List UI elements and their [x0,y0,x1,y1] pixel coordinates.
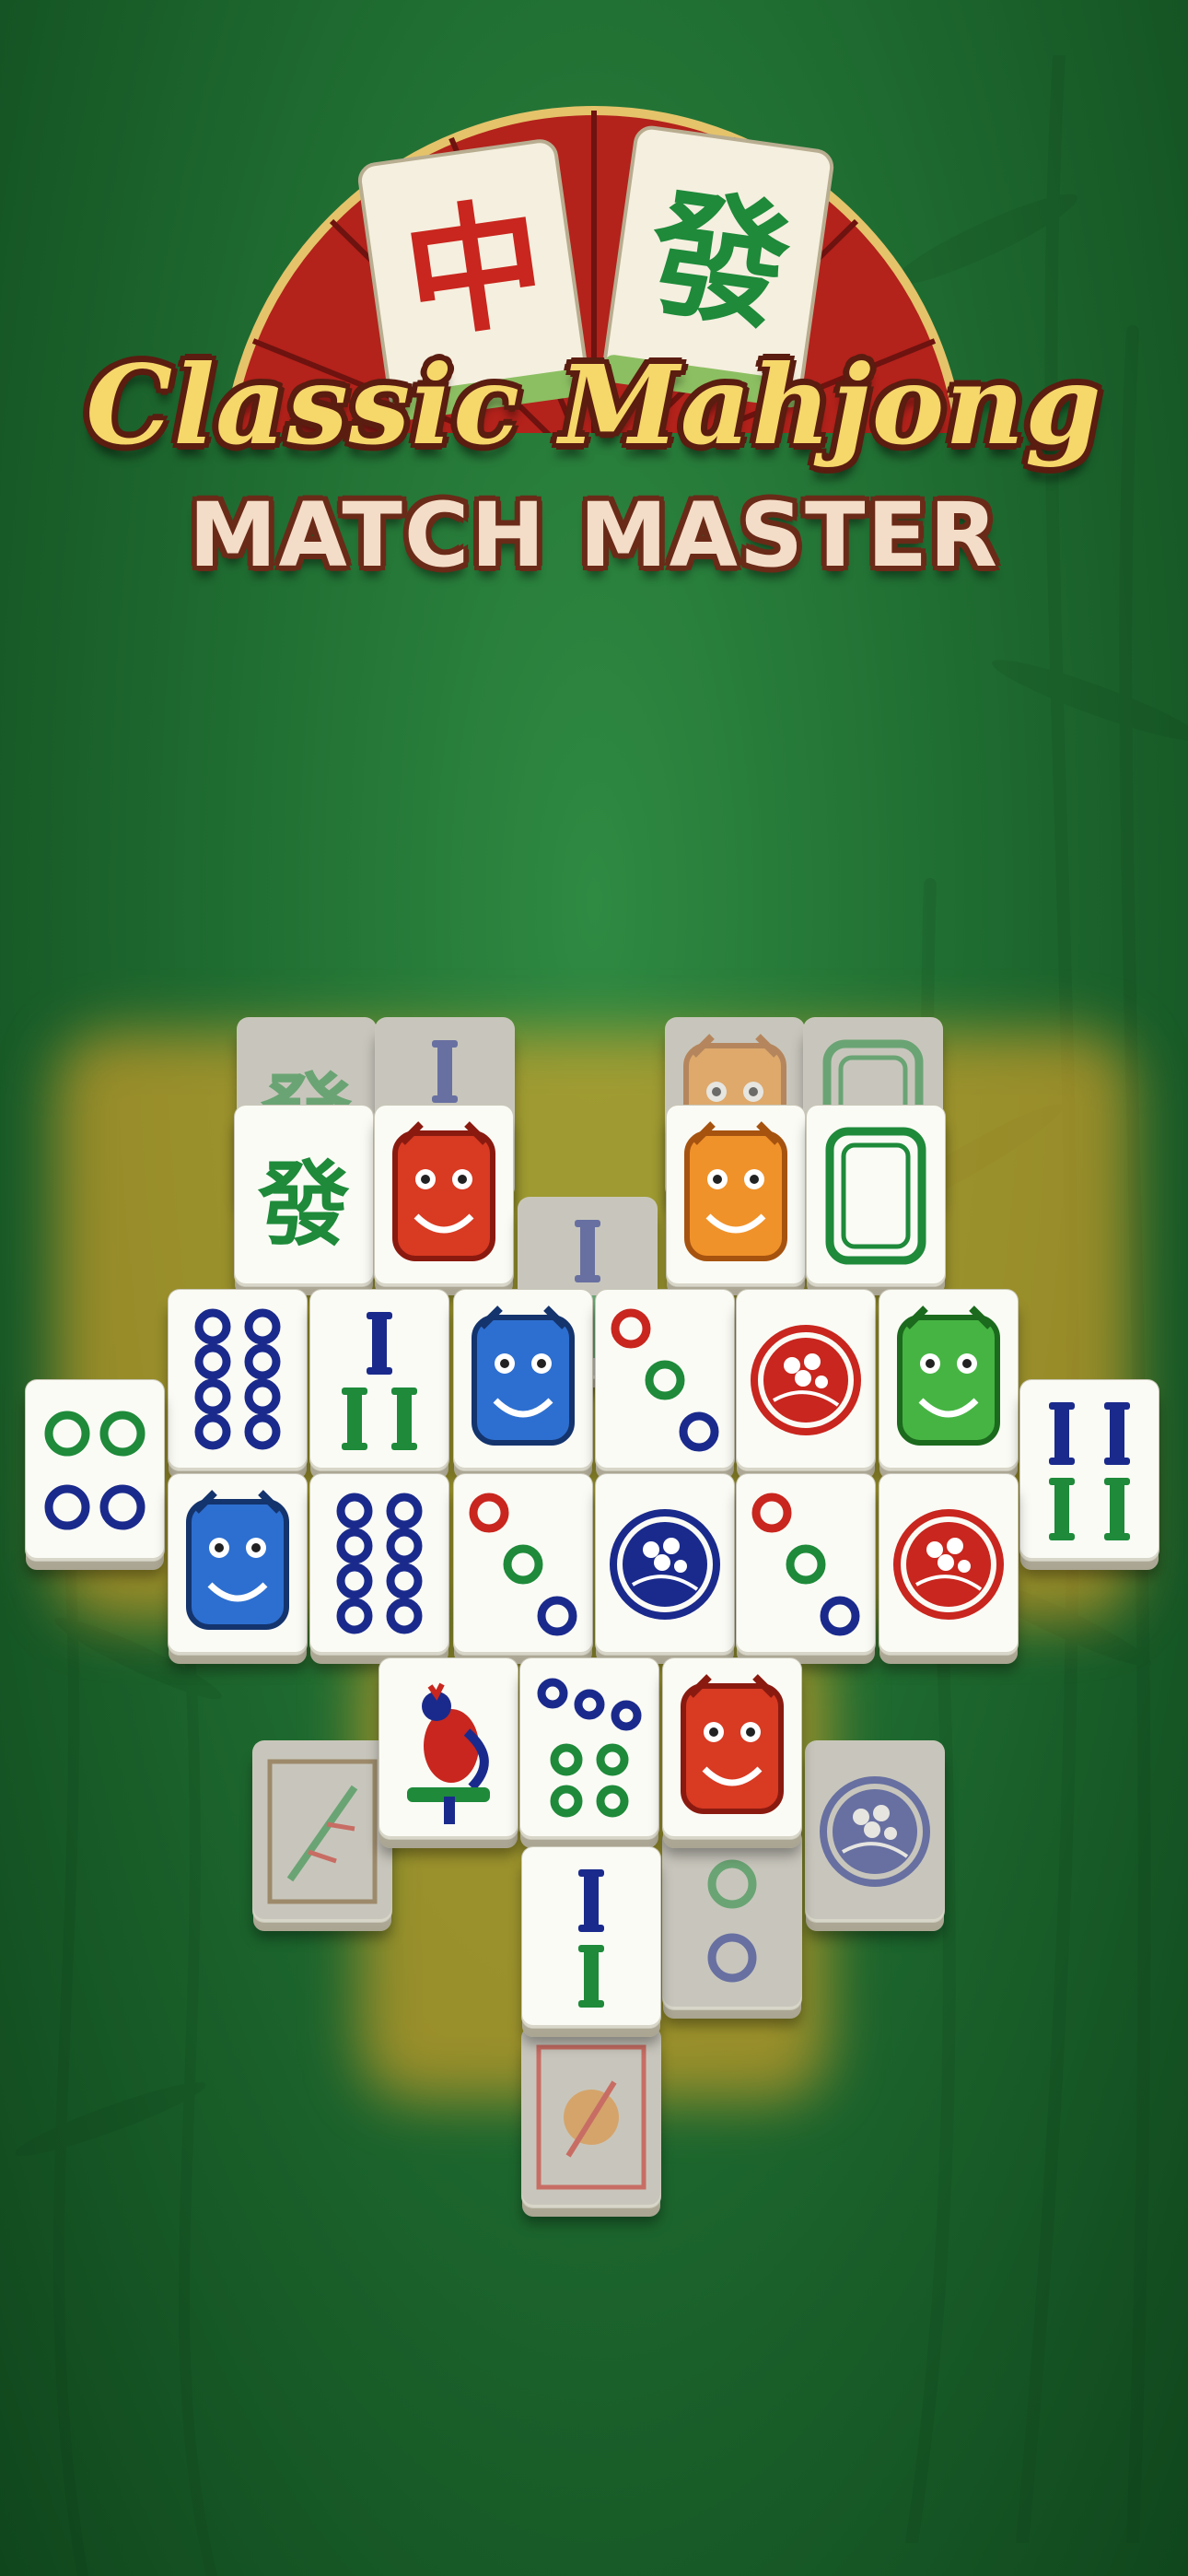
mahjong-tile[interactable] [454,1290,592,1480]
mahjong-tile[interactable] [663,1658,801,1848]
circle-three-icon [596,1290,734,1470]
mahjong-tile[interactable] [310,1474,448,1664]
bamboo-four-icon [1020,1380,1159,1561]
mahjong-tile[interactable] [379,1658,518,1848]
mahjong-tile[interactable] [26,1380,164,1570]
mahjong-tile[interactable] [454,1474,592,1664]
circle-two-icon [663,1829,801,2009]
circle-seven-icon [520,1658,658,1839]
flower-plum-red-icon [737,1290,875,1470]
mahjong-tile[interactable] [807,1106,945,1295]
mahjong-board: 發 發 [0,0,1188,2576]
mahjong-tile[interactable] [663,1829,801,2019]
flower-plum-blue-icon [596,1474,734,1655]
mahjong-tile[interactable] [806,1741,944,1931]
flower-plum-red-icon [879,1474,1018,1655]
flower-plum-blue-icon [806,1741,944,1922]
dragon-blue-icon [169,1474,307,1655]
mahjong-tile[interactable] [522,1847,660,2037]
mahjong-tile[interactable] [520,1658,658,1848]
mahjong-tile[interactable] [253,1741,391,1931]
white-dragon-frame-icon [807,1106,945,1286]
mahjong-tile[interactable] [596,1290,734,1480]
mahjong-tile[interactable] [737,1290,875,1480]
bamboo-two-icon [522,1847,660,2028]
mahjong-tile[interactable] [596,1474,734,1664]
mahjong-tile[interactable] [310,1290,448,1480]
mahjong-tile[interactable] [879,1290,1018,1480]
bamboo-season-icon [253,1741,391,1922]
dragon-red-icon [663,1658,801,1839]
mahjong-tile[interactable] [1020,1380,1159,1570]
circle-eight-icon [310,1474,448,1655]
green-dragon-char-icon: 發 [258,1150,350,1259]
autumn-season-icon [522,2027,660,2207]
mahjong-tile[interactable]: 發 [235,1106,373,1295]
circle-four-icon [26,1380,164,1561]
mahjong-tile[interactable] [667,1106,805,1295]
mahjong-tile[interactable] [169,1474,307,1664]
mahjong-tile[interactable] [169,1290,307,1480]
mahjong-tile[interactable] [737,1474,875,1664]
dragon-blue-icon [454,1290,592,1470]
circle-three-icon [454,1474,592,1655]
mahjong-tile[interactable] [375,1106,513,1295]
dragon-green-icon [879,1290,1018,1470]
bamboo-three-icon [310,1290,448,1470]
circle-three-icon [737,1474,875,1655]
mahjong-tile[interactable] [522,2027,660,2217]
dragon-red-icon [375,1106,513,1286]
circle-eight-icon [169,1290,307,1470]
mahjong-tile[interactable] [879,1474,1018,1664]
dragon-orange-icon [667,1106,805,1286]
bird-one-bamboo-icon [379,1658,518,1839]
